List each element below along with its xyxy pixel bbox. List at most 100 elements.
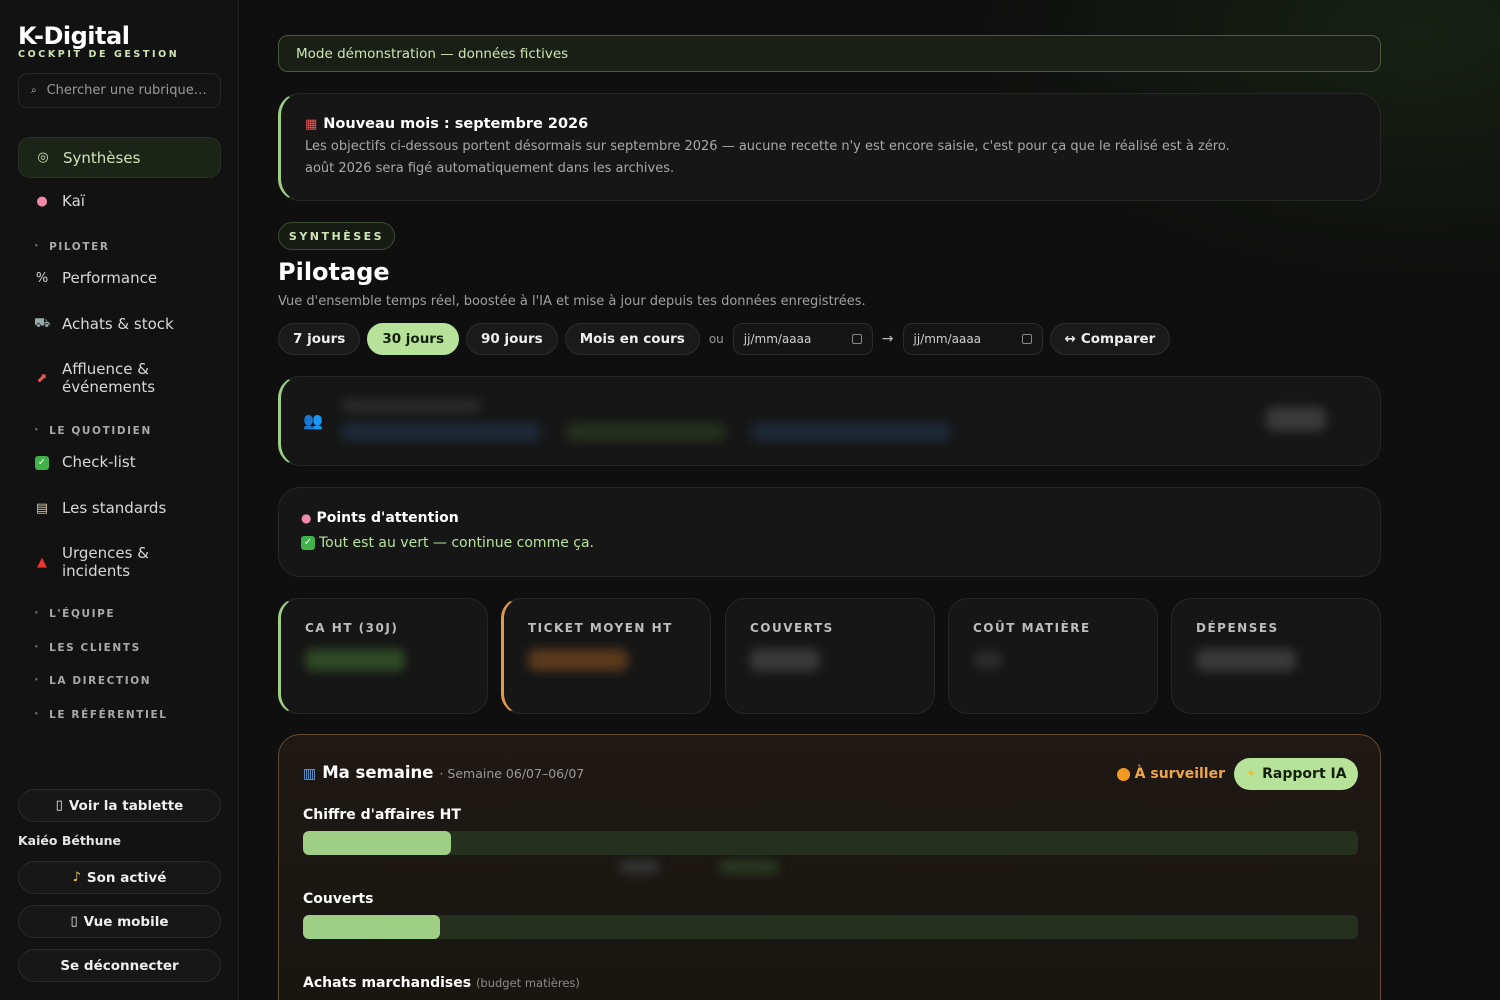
new-month-card: ▦ Nouveau mois : septembre 2026 Les obje… — [278, 93, 1381, 201]
people-icon: 👥 — [303, 411, 323, 430]
percent-icon: % — [35, 270, 49, 286]
page-title: Pilotage — [278, 258, 390, 286]
blurred-content — [750, 649, 820, 671]
kpi-card-expenses[interactable]: DÉPENSES — [1171, 598, 1381, 714]
attention-title: ● Points d'attention — [301, 510, 459, 526]
calendar-icon — [1021, 334, 1032, 344]
kpi-card-covers[interactable]: COUVERTS — [725, 598, 935, 714]
attention-card: ● Points d'attention ✓ Tout est au vert … — [278, 487, 1381, 577]
new-month-text-2: août 2026 sera figé automatiquement dans… — [305, 161, 675, 176]
blurred-content — [1196, 649, 1296, 671]
range-90-days-button[interactable]: 90 jours — [466, 323, 558, 355]
cart-icon: ⛟ — [34, 315, 51, 331]
sidebar-item-achats[interactable]: ⛟ Achats & stock — [18, 315, 221, 333]
mobile-icon: ▯ — [70, 914, 78, 929]
mobile-view-button[interactable]: ▯ Vue mobile — [18, 905, 221, 938]
blurred-content — [973, 651, 1003, 669]
brain-icon: ● — [36, 193, 48, 209]
sidebar-item-affluence[interactable]: ⬈ Affluence & événements — [18, 360, 221, 396]
main-content: Mode démonstration — données fictives ▦ … — [240, 0, 1500, 1000]
search-icon: ⌕ — [31, 85, 37, 96]
tablet-view-button[interactable]: ▯ Voir la tablette — [18, 789, 221, 822]
blurred-content — [305, 649, 405, 671]
sparkle-icon: ✦ — [1245, 766, 1258, 782]
week-subtitle: · Semaine 06/07–06/07 — [439, 766, 585, 781]
start-date-input[interactable]: jj/mm/aaaa — [732, 323, 873, 355]
blurred-content — [341, 399, 481, 413]
kpi-card-average-ticket[interactable]: TICKET MOYEN HT — [501, 598, 711, 714]
blurred-team-card: 👥 — [278, 376, 1381, 466]
sidebar: K-Digital COCKPIT DE GESTION ⌕ Chercher … — [0, 0, 239, 1000]
kpi-card-revenue[interactable]: CA HT (30J) — [278, 598, 488, 714]
attention-message: ✓ Tout est au vert — continue comme ça. — [301, 535, 1358, 551]
date-range-selector: 7 jours 30 jours 90 jours Mois en cours … — [278, 323, 1171, 355]
sidebar-item-urgences[interactable]: ▲ Urgences & incidents — [18, 544, 221, 580]
section-referentiel[interactable]: LE RÉFÉRENTIEL — [34, 709, 168, 721]
blurred-content — [619, 860, 659, 874]
section-quotidien[interactable]: LE QUOTIDIEN — [34, 425, 152, 437]
metric-label-purchases: Achats marchandises (budget matières) — [303, 975, 580, 991]
warning-dot-icon — [1116, 767, 1130, 781]
sidebar-item-performance[interactable]: % Performance — [18, 269, 221, 287]
siren-icon: ▲ — [37, 554, 47, 570]
metric-bar-covers — [303, 915, 1358, 939]
sound-toggle-button[interactable]: ♪ Son activé — [18, 861, 221, 894]
range-current-month-button[interactable]: Mois en cours — [564, 323, 700, 355]
app-subtitle: COCKPIT DE GESTION — [18, 49, 180, 60]
blurred-content — [341, 423, 541, 441]
bell-icon: ♪ — [72, 870, 81, 885]
metric-label-revenue: Chiffre d'affaires HT — [303, 807, 461, 823]
bar-chart-icon: ▥ — [303, 766, 317, 782]
section-clients[interactable]: LES CLIENTS — [34, 642, 141, 654]
blurred-content — [566, 423, 726, 441]
sidebar-item-kai[interactable]: ● Kaï — [18, 192, 221, 210]
or-label: ou — [708, 332, 724, 346]
metric-bar-fill — [303, 831, 451, 855]
range-30-days-button[interactable]: 30 jours — [367, 323, 460, 355]
checkbox-icon: ✓ — [34, 454, 50, 470]
metric-bar-revenue — [303, 831, 1358, 855]
app-logo[interactable]: K-Digital COCKPIT DE GESTION — [18, 22, 179, 60]
kpi-card-material-cost[interactable]: COÛT MATIÈRE — [948, 598, 1158, 714]
new-month-text-1: Les objectifs ci-dessous portent désorma… — [305, 139, 1230, 154]
compare-button[interactable]: ↔ Comparer — [1049, 323, 1171, 355]
user-name: Kaiéo Béthune — [18, 833, 121, 848]
page-subtitle: Vue d'ensemble temps réel, boostée à l'I… — [278, 294, 866, 309]
search-input[interactable]: ⌕ Chercher une rubrique… — [18, 73, 221, 108]
section-direction[interactable]: LA DIRECTION — [34, 675, 151, 687]
app-name: K-Digital — [18, 22, 130, 50]
chart-up-icon: ⬈ — [36, 370, 48, 386]
metric-bar-fill — [303, 915, 441, 939]
status-badge: À surveiller — [1116, 766, 1225, 782]
sidebar-item-standards[interactable]: ▤ Les standards — [18, 499, 221, 517]
arrow-right-icon: → — [881, 331, 894, 347]
week-card: ▥ Ma semaine · Semaine 06/07–06/07 À sur… — [278, 734, 1381, 1000]
blurred-content — [751, 423, 951, 441]
blurred-content — [1266, 407, 1326, 431]
section-equipe[interactable]: L'ÉQUIPE — [34, 608, 115, 620]
section-pill: SYNTHÈSES — [278, 222, 395, 250]
metric-label-covers: Couverts — [303, 891, 374, 907]
target-icon: ◎ — [37, 150, 49, 165]
new-month-title: ▦ Nouveau mois : septembre 2026 — [305, 116, 589, 132]
clipboard-icon: ▤ — [35, 500, 49, 516]
search-placeholder: Chercher une rubrique… — [46, 83, 207, 98]
section-piloter[interactable]: PILOTER — [34, 241, 110, 253]
demo-banner: Mode démonstration — données fictives — [278, 35, 1381, 72]
swap-icon: ↔ — [1064, 331, 1076, 347]
sidebar-item-syntheses[interactable]: ◎ Synthèses — [18, 137, 221, 178]
tablet-icon: ▯ — [55, 798, 63, 813]
ai-report-button[interactable]: ✦ Rapport IA — [1234, 758, 1358, 790]
blurred-content — [528, 649, 628, 671]
logout-button[interactable]: Se déconnecter — [18, 949, 221, 982]
calendar-icon — [851, 334, 862, 344]
brain-icon: ● — [301, 511, 312, 525]
checkbox-icon: ✓ — [301, 536, 315, 550]
end-date-input[interactable]: jj/mm/aaaa — [902, 323, 1043, 355]
metric-note: (budget matières) — [475, 976, 580, 990]
blurred-content — [719, 860, 779, 874]
week-title: Ma semaine — [322, 763, 434, 782]
calendar-icon: ▦ — [305, 116, 318, 132]
range-7-days-button[interactable]: 7 jours — [278, 323, 361, 355]
sidebar-item-checklist[interactable]: ✓ Check-list — [18, 453, 221, 471]
